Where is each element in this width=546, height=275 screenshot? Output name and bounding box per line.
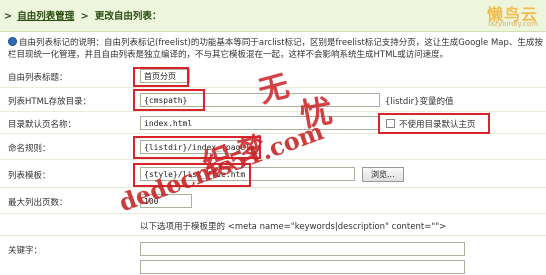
- row-meta-note: 以下选项用于模板里的 <meta name="keywords|descript…: [0, 214, 546, 236]
- keywords-input[interactable]: [140, 242, 465, 256]
- row-maxpages: 最大列出页数： 100: [0, 188, 546, 214]
- brand-logo-sub: lazybirdly.com: [488, 20, 538, 28]
- template-label: 列表模板：: [8, 171, 51, 181]
- description-input[interactable]: [140, 260, 465, 274]
- highlight-box: [133, 67, 189, 87]
- row-default: 目录默认页名称： index.html 不使用目录默认主页: [0, 112, 546, 134]
- row-template: 列表模板： {style}/list_free.htm 浏览...: [0, 160, 546, 188]
- highlight-box: [133, 89, 205, 111]
- description-text: 自由列表标记的说明：自由列表标记(freelist)的功能基本等同于arclis…: [8, 38, 543, 60]
- browse-button[interactable]: 浏览...: [362, 167, 404, 182]
- meta-note: 以下选项用于模板里的 <meta name="keywords|descript…: [140, 222, 447, 232]
- page-header: > 自由列表管理 > 更改自由列表： 懒鸟云 lazybirdly.com: [0, 0, 546, 32]
- info-icon: [8, 37, 17, 46]
- row-keywords: 关键字：: [0, 236, 546, 275]
- default-page-input[interactable]: index.html: [140, 116, 380, 130]
- title-label: 自由列表标题：: [8, 73, 68, 83]
- naming-label: 命名规则：: [8, 144, 51, 154]
- breadcrumb-separator-icon: >: [80, 11, 89, 22]
- breadcrumb-root-link[interactable]: 自由列表管理: [17, 11, 74, 22]
- default-label: 目录默认页名称：: [8, 120, 77, 130]
- keywords-label: 关键字：: [8, 246, 43, 256]
- arrow-icon: >: [4, 11, 12, 22]
- dir-note: {listdir}变量的值: [385, 97, 454, 107]
- maxpages-label: 最大列出页数：: [8, 198, 68, 208]
- breadcrumb-current: 更改自由列表：: [94, 11, 162, 22]
- dir-label: 列表HTML存放目录：: [8, 97, 92, 107]
- highlight-box: [378, 113, 490, 134]
- breadcrumb: > 自由列表管理 > 更改自由列表：: [4, 8, 161, 22]
- description: 自由列表标记的说明：自由列表标记(freelist)的功能基本等同于arclis…: [8, 37, 544, 61]
